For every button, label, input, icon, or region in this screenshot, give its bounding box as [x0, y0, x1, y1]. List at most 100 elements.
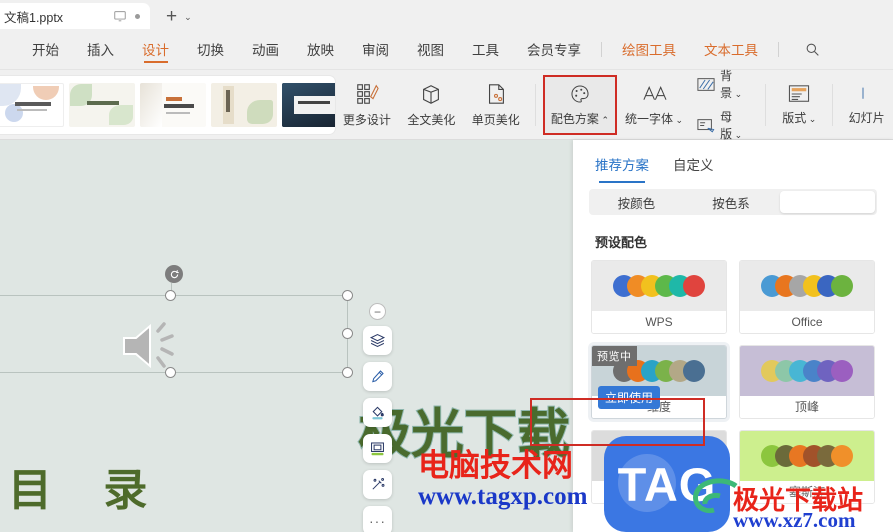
menu-bar: 开始 插入 设计 切换 动画 放映 审阅 视图 工具 会员专享 绘图工具 文本工… — [0, 29, 893, 70]
selection-handle-bottom[interactable] — [165, 367, 176, 378]
shape-style-icon — [369, 440, 386, 457]
tab-custom[interactable]: 自定义 — [673, 154, 714, 183]
magic-wand-icon — [369, 476, 386, 493]
ribbon-toolbar: 更多设计 全文美化 单页美化 配色方案 ⌃ 统一字体 ⌄ 背景 ⌄ 母版 ⌄ 版… — [0, 67, 893, 142]
search-icon[interactable] — [791, 29, 834, 70]
ellipsis-icon: ··· — [369, 512, 386, 529]
floating-object-toolbar[interactable]: − ··· — [363, 303, 392, 532]
menu-item-drawing-tools[interactable]: 绘图工具 — [608, 29, 690, 70]
format-painter-button[interactable] — [363, 362, 392, 391]
master-slide-icon — [697, 118, 715, 133]
menu-item-transition[interactable]: 切换 — [183, 29, 238, 70]
menu-item-member[interactable]: 会员专享 — [513, 29, 595, 70]
annotation-highlight-box — [530, 398, 705, 446]
menu-item-start[interactable]: 开始 — [18, 29, 73, 70]
slideshow-label: 幻灯片 — [848, 110, 885, 125]
menu-item-insert[interactable]: 插入 — [73, 29, 128, 70]
beautify-page-button[interactable]: 单页美化 — [464, 74, 528, 136]
thumbnail-item[interactable] — [69, 82, 135, 127]
design-thumbnail-strip[interactable] — [0, 75, 335, 134]
layout-icon — [787, 84, 811, 104]
scheme-card-office[interactable]: Office — [739, 260, 875, 334]
unsaved-dot — [135, 13, 140, 19]
rotate-handle-icon[interactable] — [165, 265, 183, 283]
filter-segmented-control[interactable]: 按颜色 按色系 — [589, 189, 877, 215]
menu-item-animation[interactable]: 动画 — [238, 29, 293, 70]
menu-item-design[interactable]: 设计 — [128, 29, 183, 70]
unify-font-button[interactable]: 统一字体 ⌄ — [617, 74, 691, 136]
more-design-button[interactable]: 更多设计 — [335, 74, 399, 136]
background-master-group: 背景 ⌄ 母版 ⌄ — [691, 67, 758, 142]
watermark-site-url: www.tagxp.com — [418, 483, 588, 510]
selection-handle-bottomright[interactable] — [342, 367, 353, 378]
beautify-page-label: 单页美化 — [471, 112, 520, 127]
panel-tabs: 推荐方案 自定义 — [573, 140, 893, 183]
scheme-name: 顶峰 — [740, 396, 874, 418]
filter-extra[interactable] — [780, 191, 876, 213]
arrange-layers-button[interactable] — [363, 326, 392, 355]
more-options-button[interactable]: ··· — [363, 506, 392, 532]
beautify-page-icon — [484, 82, 508, 106]
chevron-down-icon[interactable]: ⌄ — [184, 12, 192, 23]
thumbnail-item[interactable] — [0, 82, 64, 127]
preview-badge: 预览中 — [592, 346, 637, 366]
selection-handle-top[interactable] — [165, 290, 176, 301]
thumbnail-item[interactable] — [282, 82, 335, 127]
collapse-toolbar-button[interactable]: − — [369, 303, 386, 320]
selection-handle-right[interactable] — [342, 328, 353, 339]
background-button[interactable]: 背景 ⌄ — [697, 67, 752, 101]
document-tab-label: 文稿1.pptx — [4, 10, 64, 25]
selection-handle-topright[interactable] — [342, 290, 353, 301]
menu-item-text-tools[interactable]: 文本工具 — [690, 29, 772, 70]
unify-font-icon — [641, 82, 668, 105]
more-design-label: 更多设计 — [342, 112, 391, 127]
toc-title-en[interactable]: CONTENTS — [8, 528, 204, 532]
scheme-card-peak[interactable]: 顶峰 — [739, 345, 875, 419]
menu-item-tools[interactable]: 工具 — [458, 29, 513, 70]
ribbon-divider-3 — [832, 83, 834, 126]
ribbon-divider-2 — [765, 83, 767, 126]
color-scheme-icon — [569, 83, 591, 105]
scheme-name: WPS — [592, 311, 726, 333]
fill-color-icon — [369, 404, 386, 421]
menu-item-slideshow[interactable]: 放映 — [293, 29, 348, 70]
toc-title-cn[interactable]: 目 录 — [8, 454, 165, 518]
title-bar: 文稿1.pptx + ⌄ — [0, 0, 893, 29]
master-slide-label: 母版 ⌄ — [720, 110, 743, 141]
thumbnail-item[interactable] — [211, 82, 277, 127]
layers-icon — [369, 332, 386, 349]
scheme-swatch — [740, 346, 874, 396]
color-scheme-button[interactable]: 配色方案 ⌃ — [542, 74, 617, 135]
smart-beautify-button[interactable] — [363, 470, 392, 499]
color-scheme-label: 配色方案 ⌃ — [550, 111, 609, 126]
beautify-all-button[interactable]: 全文美化 — [399, 74, 463, 136]
scheme-card-wps[interactable]: WPS — [591, 260, 727, 334]
document-tab[interactable]: 文稿1.pptx — [0, 3, 150, 29]
new-tab-icon[interactable]: + — [166, 7, 177, 26]
slideshow-button[interactable]: 幻灯片 — [840, 74, 893, 136]
background-icon — [697, 77, 715, 92]
shape-style-button[interactable] — [363, 434, 392, 463]
watermark2-site-url: www.xz7.com — [733, 508, 856, 532]
scheme-name: Office — [740, 311, 874, 333]
watermark-site-name: 电脑技术网 — [418, 448, 573, 484]
scheme-swatch — [740, 261, 874, 311]
speaker-icon[interactable] — [118, 318, 182, 374]
new-tab-controls[interactable]: + ⌄ — [166, 7, 192, 26]
more-design-icon — [355, 82, 379, 106]
menu-item-review[interactable]: 审阅 — [348, 29, 403, 70]
filter-by-palette[interactable]: 按色系 — [684, 193, 779, 212]
menu-item-view[interactable]: 视图 — [403, 29, 458, 70]
tab-recommended-schemes[interactable]: 推荐方案 — [595, 154, 649, 183]
fill-color-button[interactable] — [363, 398, 392, 427]
scheme-swatch — [740, 431, 874, 481]
layout-label: 版式 ⌄ — [782, 110, 817, 125]
master-slide-button[interactable]: 母版 ⌄ — [697, 108, 752, 142]
thumbnail-item[interactable] — [140, 82, 206, 127]
filter-by-color[interactable]: 按颜色 — [589, 193, 684, 212]
layout-button[interactable]: 版式 ⌄ — [773, 74, 825, 136]
monitor-icon[interactable] — [113, 9, 127, 23]
background-label: 背景 ⌄ — [720, 69, 743, 100]
scheme-swatch — [592, 261, 726, 311]
beautify-all-icon — [419, 82, 443, 106]
